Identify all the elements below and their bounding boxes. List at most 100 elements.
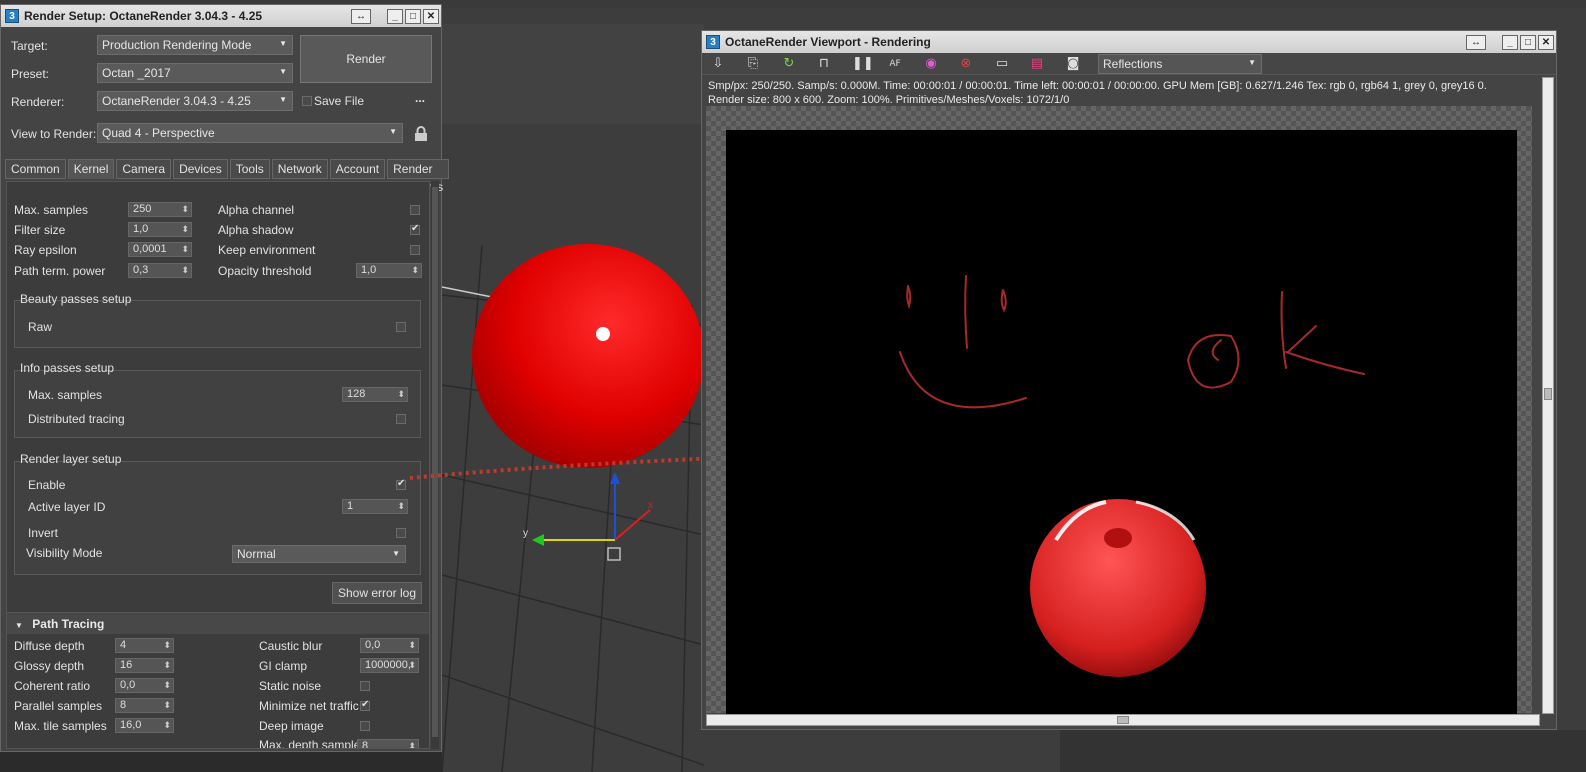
color-picker-icon[interactable]: ◉ [923, 56, 939, 72]
coherent-ratio-spinner[interactable]: 0,0 [115, 678, 174, 693]
max-depth-samples-spinner[interactable]: 8 [357, 739, 419, 748]
invert-checkbox[interactable] [396, 528, 406, 538]
viewport-bottom-area [1060, 730, 1586, 772]
filter-size-spinner[interactable]: 1,0 [128, 222, 192, 237]
static-noise-label: Static noise [259, 679, 322, 693]
maximize-button[interactable]: □ [405, 8, 421, 24]
renderer-dropdown[interactable]: OctaneRender 3.04.3 - 4.25 ▼ [97, 91, 293, 111]
tab-tools[interactable]: Tools [229, 159, 270, 179]
enable-label: Enable [28, 478, 66, 492]
alpha-shadow-checkbox[interactable] [410, 223, 420, 235]
scrollbar-thumb[interactable] [1117, 716, 1129, 724]
active-layer-id-label: Active layer ID [28, 500, 106, 514]
distributed-tracing-label: Distributed tracing [28, 412, 125, 426]
tab-network[interactable]: Network [271, 159, 328, 179]
lock-icon[interactable]: ⊓ [816, 56, 832, 72]
active-layer-id-spinner[interactable]: 1 [342, 499, 408, 514]
info-max-samples-label: Max. samples [28, 388, 103, 402]
display-icon[interactable]: ▭ [994, 56, 1010, 72]
max-tile-samples-spinner[interactable]: 16,0 [115, 718, 174, 733]
diffuse-depth-label: Diffuse depth [14, 639, 85, 653]
render-stats-line: Smp/px: 250/250. Samp/s: 0.000M. Time: 0… [708, 80, 1487, 92]
render-setup-window[interactable]: 3 Render Setup: OctaneRender 3.04.3 - 4.… [0, 4, 450, 752]
parallel-samples-label: Parallel samples [14, 699, 103, 713]
tab-camera[interactable]: Camera [116, 159, 172, 179]
max-samples-spinner[interactable]: 250 [128, 202, 192, 217]
info-passes-group [14, 370, 421, 438]
show-error-log-button[interactable]: Show error log [332, 582, 422, 604]
tab-kernel[interactable]: Kernel [67, 159, 115, 179]
keep-environment-label: Keep environment [218, 243, 316, 257]
coherent-ratio-label: Coherent ratio [14, 679, 91, 693]
restore-size-icon[interactable]: ↔ [1466, 34, 1486, 50]
octane-titlebar[interactable]: 3 OctaneRender Viewport - Rendering ↔ _ … [702, 31, 1556, 53]
copy-image-icon[interactable]: ⎘ [745, 56, 761, 72]
deep-image-label: Deep image [259, 719, 324, 733]
keep-environment-checkbox[interactable] [410, 245, 420, 255]
distributed-tracing-checkbox[interactable] [396, 414, 406, 424]
glossy-depth-spinner[interactable]: 16 [115, 658, 174, 673]
save-image-icon[interactable]: ▤ [1029, 56, 1045, 72]
tab-account[interactable]: Account [329, 159, 386, 179]
kernel-settings-panel: Max. samples 250 Filter size 1,0 Ray eps… [6, 181, 430, 749]
octane-viewport-window[interactable]: 3 OctaneRender Viewport - Rendering ↔ _ … [701, 30, 1557, 730]
restart-render-icon[interactable]: ↻ [781, 56, 797, 72]
gi-clamp-spinner[interactable]: 1000000, [360, 658, 419, 673]
visibility-mode-dropdown[interactable]: Normal ▼ [232, 545, 406, 563]
render-status: Smp/px: 250/250. Samp/s: 0.000M. Time: 0… [708, 79, 1548, 107]
minimize-button[interactable]: _ [1502, 34, 1518, 50]
render-pass-dropdown[interactable]: Reflections ▼ [1098, 54, 1262, 74]
pause-icon[interactable]: ❚❚ [852, 56, 874, 72]
deep-image-checkbox[interactable] [360, 721, 370, 731]
dropdown-arrow-icon: ▼ [279, 39, 287, 48]
raw-checkbox[interactable] [396, 322, 406, 332]
alpha-channel-checkbox[interactable] [410, 205, 420, 215]
render-button[interactable]: Render [300, 35, 432, 83]
view-to-render-dropdown[interactable]: Quad 4 - Perspective ▼ [97, 123, 403, 143]
maximize-button[interactable]: □ [1520, 34, 1536, 50]
save-file-checkbox[interactable] [302, 96, 312, 106]
target-dropdown[interactable]: Production Rendering Mode ▼ [97, 35, 293, 55]
more-options-button[interactable]: ... [415, 91, 425, 105]
parallel-samples-spinner[interactable]: 8 [115, 698, 174, 713]
viewport-horizontal-scrollbar[interactable] [706, 714, 1540, 726]
tab-devices[interactable]: Devices [173, 159, 228, 179]
camera-icon[interactable]: ◙ [1065, 56, 1081, 72]
tab-render-elements[interactable]: Render Elements [387, 159, 450, 194]
send-scene-icon[interactable]: ⇩ [710, 56, 726, 72]
renderer-label: Renderer: [11, 95, 65, 109]
render-setup-titlebar[interactable]: 3 Render Setup: OctaneRender 3.04.3 - 4.… [1, 5, 441, 27]
info-max-samples-spinner[interactable]: 128 [342, 387, 408, 402]
glossy-depth-label: Glossy depth [14, 659, 85, 673]
lock-icon[interactable] [414, 126, 428, 142]
raw-label: Raw [28, 320, 53, 334]
region-render-icon[interactable]: ⊗ [958, 56, 974, 72]
scrollbar-thumb[interactable] [1544, 388, 1552, 400]
ray-epsilon-spinner[interactable]: 0,0001 [128, 242, 192, 257]
minimize-net-traffic-checkbox[interactable] [360, 699, 370, 711]
path-tracing-rollout-header[interactable]: ▼ Path Tracing [7, 612, 429, 634]
minimize-button[interactable]: _ [387, 8, 403, 24]
view-to-render-label: View to Render: [11, 127, 97, 141]
filter-size-label: Filter size [14, 223, 66, 237]
autofocus-icon[interactable]: AF [887, 56, 903, 72]
close-button[interactable]: ✕ [423, 8, 439, 24]
octane-window-title: OctaneRender Viewport - Rendering [725, 35, 931, 49]
path-term-power-spinner[interactable]: 0,3 [128, 263, 192, 278]
diffuse-depth-spinner[interactable]: 4 [115, 638, 174, 653]
beauty-passes-title: Beauty passes setup [20, 292, 132, 306]
caustic-blur-spinner[interactable]: 0,0 [360, 638, 419, 653]
tab-common[interactable]: Common [5, 159, 66, 179]
restore-size-icon[interactable]: ↔ [351, 8, 371, 24]
dropdown-arrow-icon: ▼ [1248, 58, 1256, 67]
static-noise-checkbox[interactable] [360, 681, 370, 691]
render-image[interactable] [726, 130, 1517, 721]
beauty-passes-group [14, 300, 421, 348]
preset-dropdown[interactable]: Octan _2017 ▼ [97, 63, 293, 83]
opacity-threshold-label: Opacity threshold [218, 264, 312, 278]
close-button[interactable]: ✕ [1538, 34, 1554, 50]
view-to-render-value: Quad 4 - Perspective [102, 126, 215, 140]
viewport-vertical-scrollbar[interactable] [1542, 77, 1554, 714]
preset-label: Preset: [11, 67, 50, 81]
opacity-threshold-spinner[interactable]: 1,0 [356, 263, 422, 278]
